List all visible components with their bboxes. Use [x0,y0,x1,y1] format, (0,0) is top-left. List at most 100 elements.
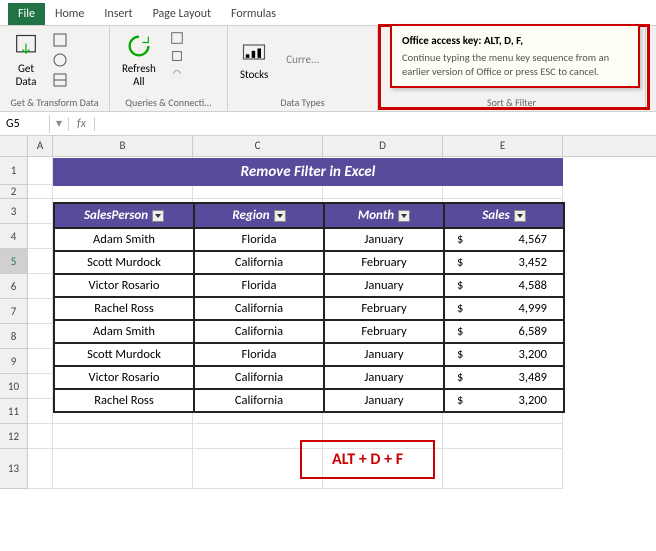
refresh-all-button[interactable]: Refresh All [116,30,162,90]
cell[interactable] [28,199,53,224]
cell[interactable] [28,424,53,449]
edit-links-btn[interactable] [166,66,188,82]
cell[interactable] [28,185,53,199]
cell-value[interactable]: Scott Murdock [54,251,194,274]
row-header[interactable]: 10 [0,374,28,399]
cell[interactable] [443,185,563,199]
cell[interactable] [28,349,53,374]
cell[interactable] [28,449,53,489]
tab-insert[interactable]: Insert [94,3,142,25]
data-table: SalesPersonRegionMonthSales Adam SmithFl… [53,202,565,413]
row-header[interactable]: 4 [0,224,28,249]
col-header-e[interactable]: E [443,136,563,156]
cell[interactable] [53,424,193,449]
col-header-d[interactable]: D [323,136,443,156]
namebox-dropdown-icon[interactable]: ▾ [50,116,68,131]
cell[interactable] [28,274,53,299]
cell-value[interactable]: January [324,274,444,297]
cell[interactable] [443,449,563,489]
cell-sales[interactable]: $3,200 [444,389,564,412]
col-header-b[interactable]: B [53,136,193,156]
filter-dropdown-icon[interactable] [274,210,286,222]
cell-value[interactable]: January [324,366,444,389]
name-box[interactable]: G5 [0,115,50,133]
table-row: Adam SmithFloridaJanuary$4,567 [54,228,564,251]
row-header[interactable]: 1 [0,157,28,185]
row-header[interactable]: 7 [0,299,28,324]
from-table-icon[interactable] [52,72,68,88]
table-row: Adam SmithCaliforniaFebruary$6,589 [54,320,564,343]
cell-sales[interactable]: $4,588 [444,274,564,297]
tab-formulas[interactable]: Formulas [221,3,286,25]
cell-value[interactable]: Rachel Ross [54,297,194,320]
cell-value[interactable]: January [324,228,444,251]
cell-value[interactable]: Rachel Ross [54,389,194,412]
cell[interactable] [28,374,53,399]
filter-dropdown-icon[interactable] [398,210,410,222]
row-header[interactable]: 8 [0,324,28,349]
cell-value[interactable]: February [324,320,444,343]
row-header[interactable]: 9 [0,349,28,374]
cell[interactable] [193,185,323,199]
fx-icon[interactable]: fx [68,117,95,131]
table-row: Victor RosarioCaliforniaJanuary$3,489 [54,366,564,389]
row-header[interactable]: 2 [0,185,28,199]
currencies-button[interactable]: Curre... [280,51,325,68]
cell[interactable] [28,157,53,185]
cell-value[interactable]: Victor Rosario [54,274,194,297]
cell-value[interactable]: Adam Smith [54,320,194,343]
cell[interactable] [28,249,53,274]
cell-value[interactable]: Florida [194,228,324,251]
cell-value[interactable]: Victor Rosario [54,366,194,389]
tab-home[interactable]: Home [45,3,94,25]
from-text-icon[interactable] [52,32,68,48]
get-data-button[interactable]: Get Data [6,30,46,90]
filter-dropdown-icon[interactable] [152,210,164,222]
cell-sales[interactable]: $3,200 [444,343,564,366]
cell[interactable] [443,424,563,449]
cell-value[interactable]: January [324,389,444,412]
cell[interactable] [53,449,193,489]
cell-value[interactable]: Adam Smith [54,228,194,251]
row-header[interactable]: 12 [0,424,28,449]
cell-sales[interactable]: $4,999 [444,297,564,320]
cell-value[interactable]: California [194,251,324,274]
cell-sales[interactable]: $3,489 [444,366,564,389]
col-header-c[interactable]: C [193,136,323,156]
row-header[interactable]: 13 [0,449,28,489]
properties-btn[interactable] [166,48,188,64]
tab-file[interactable]: File [8,3,45,25]
cell[interactable] [323,185,443,199]
cell-value[interactable]: California [194,389,324,412]
queries-btn[interactable] [166,30,188,46]
cell[interactable] [53,185,193,199]
filter-dropdown-icon[interactable] [514,210,526,222]
cell[interactable] [28,399,53,424]
tab-page-layout[interactable]: Page Layout [143,3,221,25]
cell-value[interactable]: California [194,320,324,343]
formula-input[interactable] [95,116,656,131]
cell-sales[interactable]: $4,567 [444,228,564,251]
row-header[interactable]: 3 [0,199,28,224]
cell-sales[interactable]: $6,589 [444,320,564,343]
cell-value[interactable]: California [194,297,324,320]
cell-value[interactable]: Florida [194,343,324,366]
cell[interactable] [28,299,53,324]
cell-value[interactable]: January [324,343,444,366]
stocks-button[interactable]: Stocks [234,36,274,83]
cell[interactable] [28,324,53,349]
row-header[interactable]: 11 [0,399,28,424]
from-web-icon[interactable] [52,52,68,68]
cell-value[interactable]: February [324,251,444,274]
select-all-corner[interactable] [0,136,28,156]
cell-value[interactable]: Scott Murdock [54,343,194,366]
cell-value[interactable]: February [324,297,444,320]
cell-value[interactable]: Florida [194,274,324,297]
row-header[interactable]: 6 [0,274,28,299]
queries-group-label: Queries & Connecti... [116,96,221,109]
cell-value[interactable]: California [194,366,324,389]
col-header-a[interactable]: A [28,136,53,156]
cell[interactable] [28,224,53,249]
row-header[interactable]: 5 [0,249,28,274]
cell-sales[interactable]: $3,452 [444,251,564,274]
